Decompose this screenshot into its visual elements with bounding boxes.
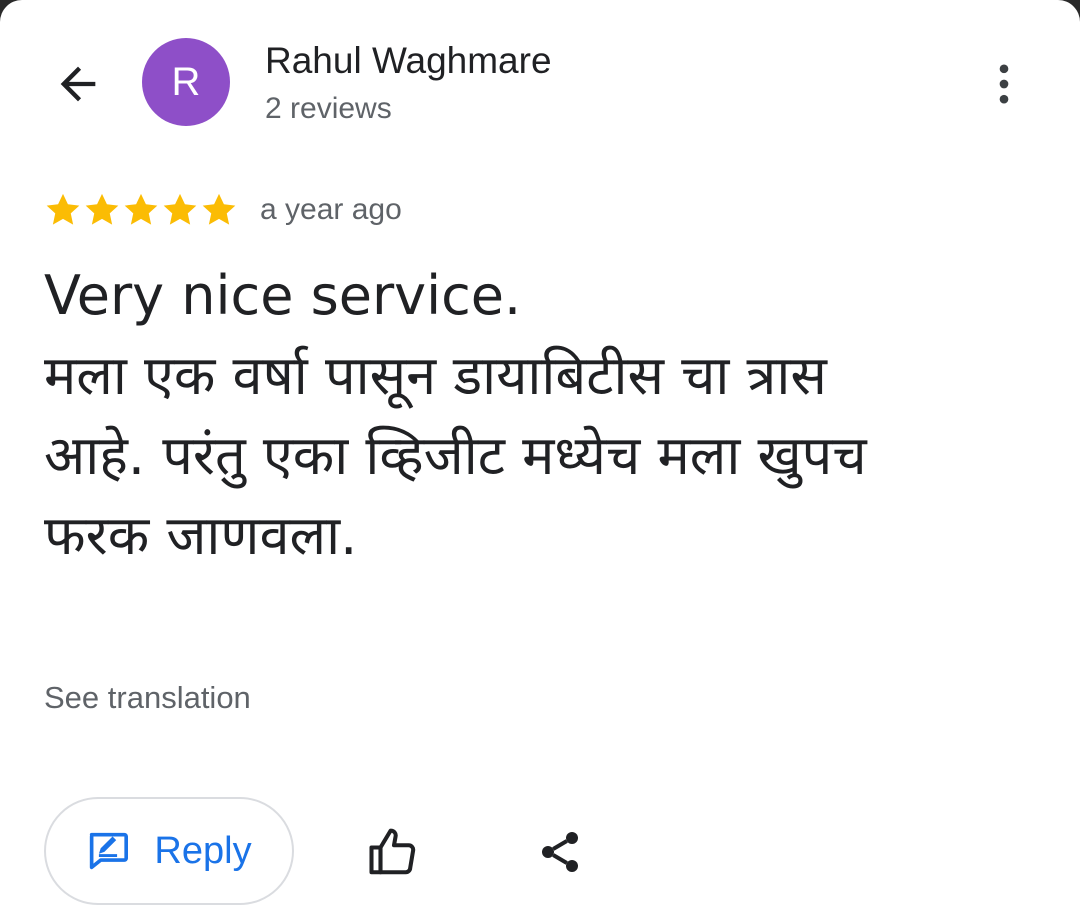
star-rating — [44, 191, 238, 229]
star-icon — [85, 193, 119, 225]
author-review-count: 2 reviews — [265, 92, 392, 125]
review-text-line: फरक जाणवला. — [44, 504, 358, 567]
review-time: a year ago — [260, 193, 402, 226]
more-options-button[interactable] — [968, 48, 1040, 120]
like-button[interactable] — [356, 814, 432, 890]
review-text: Very nice service. मला एक वर्षा पासून डा… — [44, 256, 1044, 576]
back-button[interactable] — [42, 48, 114, 120]
review-text-line: मला एक वर्षा पासून डायाबिटीस चा त्रास — [44, 344, 827, 407]
avatar[interactable]: R — [142, 38, 230, 126]
share-button[interactable] — [522, 814, 598, 890]
star-icon — [46, 193, 80, 225]
arrow-back-icon — [60, 66, 96, 102]
reply-label: Reply — [154, 829, 252, 872]
star-icon — [202, 193, 236, 225]
rating-row: a year ago — [44, 188, 402, 232]
star-icon — [163, 193, 197, 225]
reply-edit-icon — [90, 832, 129, 870]
see-translation-link[interactable]: See translation — [44, 680, 251, 716]
review-text-line: Very nice service. — [44, 264, 522, 327]
reply-button[interactable]: Reply — [44, 797, 294, 905]
author-name[interactable]: Rahul Waghmare — [265, 40, 552, 82]
star-icon — [124, 193, 158, 225]
review-text-line: आहे. परंतु एका व्हिजीट मध्येच मला खुपच — [44, 424, 867, 487]
more-vert-icon — [999, 64, 1009, 104]
avatar-initial: R — [171, 59, 201, 104]
thumb-up-icon — [369, 828, 416, 875]
share-icon — [542, 832, 578, 872]
review-card: R Rahul Waghmare 2 reviews a year ago Ve… — [0, 0, 1080, 923]
